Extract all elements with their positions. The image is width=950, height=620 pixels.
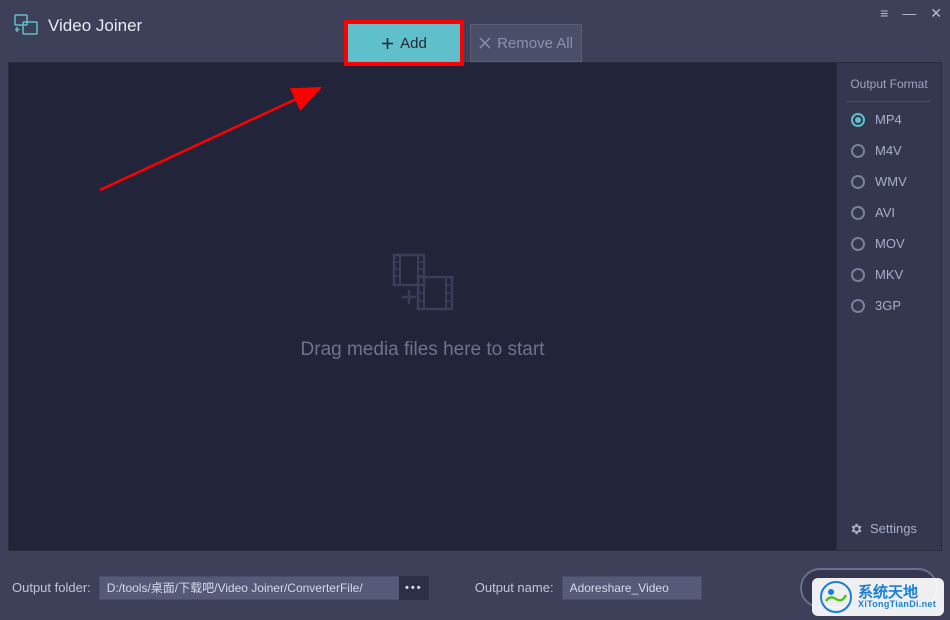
radio-icon <box>851 113 865 127</box>
radio-icon <box>851 268 865 282</box>
radio-icon <box>851 299 865 313</box>
format-option-m4v[interactable]: M4V <box>851 143 927 158</box>
format-sidebar: Output Format MP4 M4V WMV AVI MOV MKV 3GP Sett… <box>836 63 941 550</box>
folder-input-group: ••• <box>99 576 429 600</box>
output-folder-label: Output folder: <box>12 580 91 595</box>
close-icon[interactable]: ✕ <box>930 6 942 20</box>
add-button[interactable]: Add <box>348 24 460 62</box>
sidebar-title: Output Format <box>847 63 931 102</box>
add-button-label: Add <box>400 35 427 52</box>
browse-button[interactable]: ••• <box>399 576 429 600</box>
menu-icon[interactable]: ≡ <box>880 6 888 20</box>
watermark-line1: 系统天地 <box>858 585 936 600</box>
radio-icon <box>851 237 865 251</box>
plus-icon <box>381 37 394 50</box>
dropzone[interactable]: Drag media files here to start <box>9 63 836 550</box>
format-label: 3GP <box>875 298 901 313</box>
format-label: AVI <box>875 205 895 220</box>
film-plus-icon <box>388 253 458 313</box>
remove-all-label: Remove All <box>497 35 573 52</box>
radio-icon <box>851 144 865 158</box>
remove-all-button[interactable]: Remove All <box>470 24 582 62</box>
format-list: MP4 M4V WMV AVI MOV MKV 3GP <box>837 102 941 323</box>
format-label: WMV <box>875 174 907 189</box>
format-option-3gp[interactable]: 3GP <box>851 298 927 313</box>
watermark: 系统天地 XiTongTianDi.net <box>812 578 944 616</box>
format-option-mov[interactable]: MOV <box>851 236 927 251</box>
format-option-avi[interactable]: AVI <box>851 205 927 220</box>
toolbar: Add Remove All <box>348 24 582 62</box>
watermark-line2: XiTongTianDi.net <box>858 600 936 609</box>
watermark-icon <box>820 581 852 613</box>
format-label: MKV <box>875 267 903 282</box>
main-area: Drag media files here to start Output Fo… <box>8 62 942 551</box>
bottom-bar: Output folder: ••• Output name: <box>0 555 950 620</box>
output-folder-input[interactable] <box>99 576 399 600</box>
format-option-mp4[interactable]: MP4 <box>851 112 927 127</box>
radio-icon <box>851 175 865 189</box>
window-controls: ≡ — ✕ <box>880 6 942 20</box>
app-title: Video Joiner <box>48 16 142 36</box>
output-name-input[interactable] <box>562 576 702 600</box>
settings-button[interactable]: Settings <box>837 507 941 550</box>
minimize-icon[interactable]: — <box>902 6 916 20</box>
settings-label: Settings <box>870 521 917 536</box>
format-option-mkv[interactable]: MKV <box>851 267 927 282</box>
gear-icon <box>849 522 863 536</box>
output-name-label: Output name: <box>475 580 554 595</box>
radio-icon <box>851 206 865 220</box>
format-label: M4V <box>875 143 902 158</box>
dropzone-hint: Drag media files here to start <box>301 339 545 361</box>
format-label: MP4 <box>875 112 902 127</box>
format-label: MOV <box>875 236 905 251</box>
format-option-wmv[interactable]: WMV <box>851 174 927 189</box>
app-icon <box>14 14 38 38</box>
x-icon <box>479 37 491 49</box>
